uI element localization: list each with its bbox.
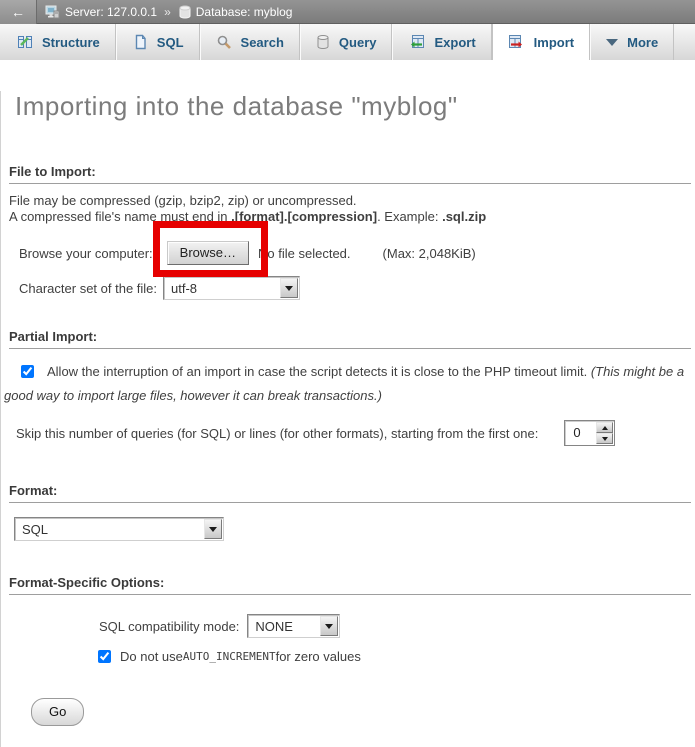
format-select[interactable]: SQL [14,517,224,541]
sql-compatibility-select[interactable]: NONE [247,614,340,638]
breadcrumb: ← Server: 127.0.0.1 » Database: myblog [0,0,695,24]
tab-label: Search [241,35,284,50]
tab-search[interactable]: Search [200,24,300,60]
tab-structure[interactable]: Structure [2,24,116,60]
tab-export[interactable]: Export [392,24,491,60]
breadcrumb-separator: » [164,5,171,19]
skip-queries-input[interactable]: 0 [564,420,615,446]
compression-note-line1: File may be compressed (gzip, bzip2, zip… [9,193,685,209]
auto-increment-checkbox[interactable] [98,650,111,663]
auto-increment-text-prefix: Do not use [120,649,183,664]
triangle-down-icon [602,437,608,441]
tab-label: Structure [42,35,100,50]
chevron-down-icon [606,39,618,46]
back-arrow-icon: ← [11,4,25,20]
tab-label: SQL [157,35,184,50]
skip-queries-label: Skip this number of queries (for SQL) or… [16,426,538,441]
select-arrow-icon [320,616,338,636]
charset-selected-value: utf-8 [164,281,197,296]
compression-note-line2: A compressed file's name must end in .[f… [9,209,685,225]
query-icon [316,34,330,50]
import-icon [508,34,525,50]
max-size-text: (Max: 2,048KiB) [383,246,476,261]
page-title: Importing into the database "myblog" [15,91,693,122]
allow-interruption-text: Allow the interruption of an import in c… [47,364,591,379]
section-heading-format: Format: [9,483,691,503]
triangle-up-icon [602,426,608,430]
compression-notes: File may be compressed (gzip, bzip2, zip… [9,193,685,225]
search-icon [216,34,232,50]
sql-icon [132,34,148,50]
breadcrumb-database[interactable]: Database: myblog [179,5,293,19]
section-heading-file-to-import: File to Import: [9,164,691,184]
export-icon [408,34,425,50]
spinner-up-button[interactable] [596,422,613,433]
sql-compatibility-label: SQL compatibility mode: [99,619,239,634]
tab-query[interactable]: Query [300,24,393,60]
charset-label: Character set of the file: [19,281,157,296]
select-arrow-icon [280,278,298,298]
auto-increment-code: AUTO_INCREMENT [183,650,276,663]
tab-label: Import [534,35,574,50]
tab-import[interactable]: Import [492,24,590,60]
phpmyadmin-import-page: { "breadcrumb": { "back_label": "←", "se… [0,0,695,716]
tab-label: Export [434,35,475,50]
tab-sql[interactable]: SQL [116,24,200,60]
sql-compatibility-value: NONE [248,619,293,634]
skip-queries-row: Skip this number of queries (for SQL) or… [16,420,693,446]
tab-label: Query [339,35,377,50]
select-arrow-icon [204,519,222,539]
section-heading-partial-import: Partial Import: [9,329,691,349]
charset-row: Character set of the file: utf-8 [19,276,693,300]
spinner-down-button[interactable] [596,433,613,444]
spinner-buttons [596,422,613,444]
structure-icon [17,34,33,50]
allow-interruption-checkbox[interactable] [21,365,34,378]
allow-interruption-paragraph: Allow the interruption of an import in c… [4,360,689,408]
sql-compatibility-row: SQL compatibility mode: NONE [99,614,693,638]
breadcrumb-server-label: Server: 127.0.0.1 [65,5,157,19]
auto-increment-row: Do not use AUTO_INCREMENT for zero value… [98,647,693,665]
skip-queries-value: 0 [565,421,596,445]
browse-label: Browse your computer: [19,246,153,261]
main-content: Importing into the database "myblog" Fil… [0,91,695,747]
breadcrumb-server[interactable]: Server: 127.0.0.1 [45,4,157,19]
no-file-selected-text: No file selected. [258,246,351,261]
browse-row: Browse your computer: Browse… No file se… [19,240,693,266]
charset-select[interactable]: utf-8 [163,276,300,300]
breadcrumb-database-label: Database: myblog [196,5,293,19]
back-button[interactable]: ← [0,0,37,24]
section-heading-format-specific: Format-Specific Options: [9,575,691,595]
server-icon [45,4,60,19]
tab-label: More [627,35,658,50]
auto-increment-text-suffix: for zero values [276,649,361,664]
tab-bar: Structure SQL Search Query [0,24,695,60]
go-button[interactable]: Go [31,698,84,726]
format-selected-value: SQL [15,522,48,537]
tab-more[interactable]: More [590,24,674,60]
browse-button[interactable]: Browse… [167,241,249,265]
database-icon [179,5,191,19]
